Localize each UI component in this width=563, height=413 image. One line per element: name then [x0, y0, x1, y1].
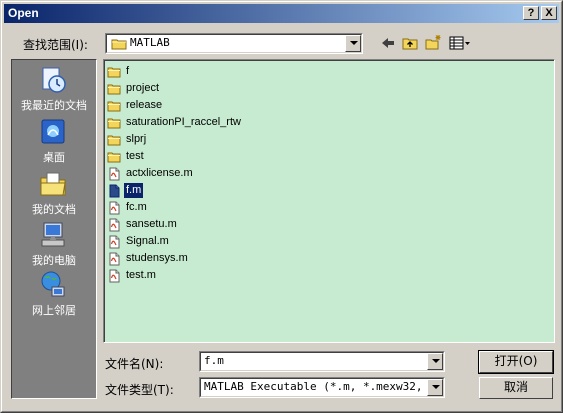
item-name: project — [126, 82, 160, 94]
lookin-combo[interactable]: MATLAB — [105, 33, 363, 54]
lookin-dropdown-button[interactable] — [345, 35, 361, 52]
filetype-combo[interactable]: MATLAB Executable (*.m, *.mexw32, *.p — [199, 377, 445, 398]
item-name: studensys.m — [126, 252, 188, 264]
m-file-icon — [109, 269, 120, 283]
m-file-icon — [109, 201, 120, 215]
place-recent-documents[interactable]: 我最近的文档 — [12, 65, 96, 115]
item-name: test — [126, 150, 144, 162]
file-list[interactable]: f project release saturationPI_raccel_rtwsl… — [103, 59, 555, 343]
my-documents-icon — [40, 172, 66, 196]
item-name: f.m — [124, 183, 144, 198]
folder-icon — [107, 101, 121, 112]
up-folder-icon[interactable] — [401, 34, 419, 52]
item-name: actxlicense.m — [126, 167, 193, 179]
m-file-icon — [109, 218, 120, 232]
folder-icon — [107, 118, 121, 129]
network-places-icon — [41, 271, 65, 297]
back-icon[interactable] — [379, 34, 397, 52]
item-name: saturationPI_raccel_rtw — [126, 116, 241, 128]
filename-input[interactable]: f.m — [204, 354, 224, 367]
item-name: sansetu.m — [126, 218, 177, 230]
cancel-button[interactable]: 取消 — [479, 377, 553, 399]
m-file-icon — [109, 235, 120, 249]
place-label: 网上邻居 — [32, 304, 76, 317]
filename-combo[interactable]: f.m — [199, 351, 445, 372]
desktop-icon — [41, 119, 65, 144]
item-name: f — [126, 65, 130, 77]
open-dialog: Open ? X 查找范围(I): MATLAB 我最近的文档 桌面 我的文档 … — [0, 0, 563, 413]
new-folder-icon[interactable] — [424, 34, 442, 52]
item-name: release — [126, 99, 163, 111]
m-file-icon — [109, 167, 120, 181]
filetype-value: MATLAB Executable (*.m, *.mexw32, *.p — [204, 380, 426, 393]
place-desktop[interactable]: 桌面 — [12, 117, 96, 167]
my-computer-icon — [41, 222, 65, 247]
item-name: test.m — [126, 269, 156, 281]
title-bar[interactable]: Open ? X — [4, 4, 559, 23]
filetype-dropdown-button[interactable] — [427, 379, 443, 396]
m-file-icon — [109, 184, 120, 198]
view-menu-icon[interactable] — [448, 34, 472, 52]
filename-dropdown-button[interactable] — [427, 353, 443, 370]
folder-icon — [107, 84, 121, 95]
places-bar: 我最近的文档 桌面 我的文档 我的电脑 网上邻居 — [11, 59, 97, 399]
place-label: 我的文档 — [32, 203, 76, 216]
item-name: Signal.m — [126, 235, 169, 247]
item-name: fc.m — [126, 201, 147, 213]
place-label: 我最近的文档 — [21, 99, 87, 112]
folder-icon — [107, 135, 121, 146]
filename-label: 文件名(N): — [105, 357, 164, 371]
help-button[interactable]: ? — [523, 6, 539, 20]
lookin-value: MATLAB — [130, 36, 170, 49]
place-label: 桌面 — [43, 151, 65, 164]
place-my-computer[interactable]: 我的电脑 — [12, 220, 96, 270]
item-name: slprj — [126, 133, 147, 145]
place-label: 我的电脑 — [32, 254, 76, 267]
open-button[interactable]: 打开(O) — [478, 350, 554, 374]
window-title: Open — [8, 6, 39, 20]
m-file-icon — [109, 252, 120, 266]
place-my-documents[interactable]: 我的文档 — [12, 169, 96, 219]
folder-icon — [107, 67, 121, 78]
folder-icon — [107, 152, 121, 163]
close-button[interactable]: X — [541, 6, 557, 20]
recent-documents-icon — [42, 67, 66, 93]
folder-icon — [111, 39, 127, 50]
lookin-label: 查找范围(I): — [23, 38, 88, 52]
place-network[interactable]: 网上邻居 — [12, 270, 96, 320]
filetype-label: 文件类型(T): — [105, 383, 174, 397]
